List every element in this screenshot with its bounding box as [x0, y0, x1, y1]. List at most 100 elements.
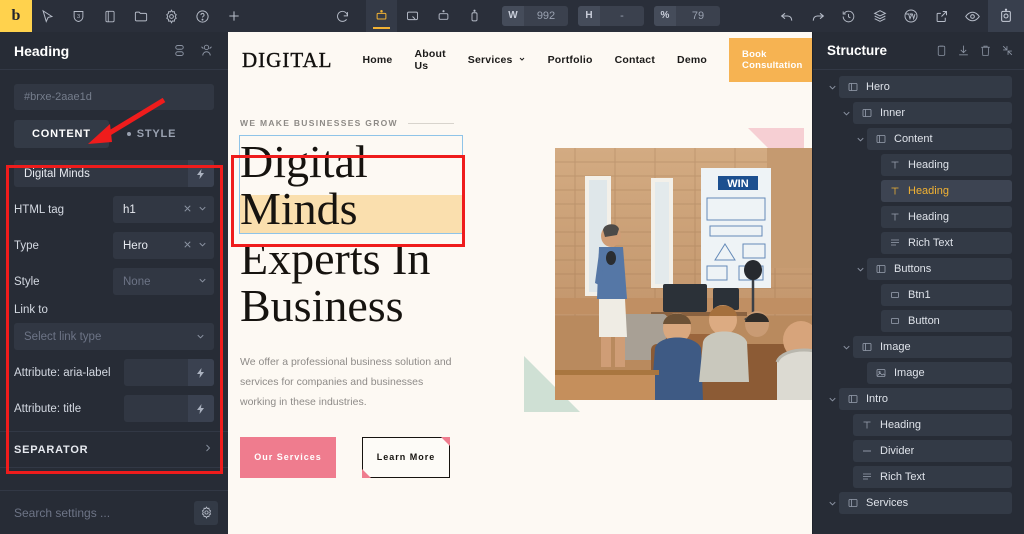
title-attribute-input[interactable] [124, 395, 214, 422]
html-badge-icon[interactable]: 3 [63, 0, 94, 32]
tree-item-image-container[interactable]: Image [839, 336, 1012, 358]
clear-icon[interactable] [182, 201, 193, 219]
selected-heading-element[interactable]: Digital Minds [239, 135, 463, 234]
plus-icon[interactable] [218, 0, 249, 32]
dynamic-data-icon[interactable] [188, 395, 214, 422]
hero-heading-second[interactable]: Experts In Business [240, 235, 488, 330]
wordpress-icon[interactable] [895, 0, 926, 32]
trash-icon[interactable] [979, 44, 992, 57]
element-id-input[interactable]: #brxe-2aae1d [14, 84, 214, 110]
tree-item-services[interactable]: Services [825, 492, 1012, 514]
tree-item-intro-heading[interactable]: Heading [839, 414, 1012, 436]
device-tablet[interactable] [428, 0, 459, 32]
tab-content[interactable]: CONTENT [14, 120, 109, 148]
nav-home[interactable]: Home [362, 54, 392, 66]
device-mobile[interactable] [459, 0, 490, 32]
chevron-down-icon[interactable] [825, 498, 839, 509]
chevron-down-icon[interactable] [195, 331, 206, 342]
site-logo[interactable]: DIGITAL [242, 47, 332, 73]
chevron-down-icon[interactable] [825, 394, 839, 405]
chevron-down-icon[interactable] [825, 82, 839, 93]
chevron-down-icon[interactable] [839, 342, 853, 353]
collapse-icon[interactable] [1001, 44, 1014, 57]
clear-icon[interactable] [182, 237, 193, 255]
chevron-down-icon[interactable] [853, 264, 867, 275]
tree-item-pill[interactable]: Buttons [867, 258, 1012, 280]
tree-item-intro[interactable]: Intro [825, 388, 1012, 410]
undo-icon[interactable] [771, 0, 802, 32]
canvas-zoom-field[interactable]: % 79 [654, 6, 720, 26]
tree-item-inner[interactable]: Inner [839, 102, 1012, 124]
device-laptop[interactable] [397, 0, 428, 32]
dynamic-data-icon[interactable] [188, 359, 214, 386]
save-icon[interactable] [988, 0, 1024, 32]
tree-item-button[interactable]: Button [867, 310, 1012, 332]
tree-item-heading-1[interactable]: Heading [867, 154, 1012, 176]
layers-icon[interactable] [864, 0, 895, 32]
clipboard-icon[interactable] [935, 44, 948, 57]
tree-item-pill[interactable]: Intro [839, 388, 1012, 410]
gear-icon[interactable] [194, 500, 218, 525]
element-picker-icon[interactable] [199, 43, 214, 58]
chevron-down-icon[interactable] [853, 134, 867, 145]
page-icon[interactable] [94, 0, 125, 32]
tree-item-pill[interactable]: Divider [853, 440, 1012, 462]
nav-services[interactable]: Services [468, 54, 526, 66]
refresh-icon[interactable] [327, 0, 358, 32]
tree-item-pill[interactable]: Heading [881, 206, 1012, 228]
learn-more-button[interactable]: Learn More [362, 436, 450, 479]
tree-item-pill[interactable]: Content [867, 128, 1012, 150]
tree-item-heading-2[interactable]: Heading [867, 180, 1012, 202]
tree-item-pill[interactable]: Heading [881, 154, 1012, 176]
chevron-down-icon[interactable] [197, 237, 208, 255]
heading-text-input[interactable]: Digital Minds [14, 160, 214, 187]
tree-item-divider[interactable]: Divider [839, 440, 1012, 462]
canvas-height-field[interactable]: H - [578, 6, 644, 26]
tree-item-pill[interactable]: Image [853, 336, 1012, 358]
style-select[interactable]: None [113, 268, 214, 295]
hero-paragraph[interactable]: We offer a professional business solutio… [240, 352, 458, 413]
tree-item-pill[interactable]: Services [839, 492, 1012, 514]
tree-item-hero[interactable]: Hero [825, 76, 1012, 98]
nav-contact[interactable]: Contact [615, 54, 655, 66]
tree-item-btn1[interactable]: Btn1 [867, 284, 1012, 306]
tree-item-image[interactable]: Image [853, 362, 1012, 384]
tree-item-pill[interactable]: Inner [853, 102, 1012, 124]
nav-about-us[interactable]: About Us [414, 48, 445, 72]
tree-item-rich-text-2[interactable]: Rich Text [839, 466, 1012, 488]
hero-image[interactable]: WIN [555, 148, 812, 400]
tree-item-pill[interactable]: Hero [839, 76, 1012, 98]
tree-item-pill[interactable]: Rich Text [881, 232, 1012, 254]
external-link-icon[interactable] [926, 0, 957, 32]
search-settings-input[interactable]: Search settings ... [14, 506, 194, 520]
bricks-logo-button[interactable]: b [0, 0, 32, 32]
help-icon[interactable] [187, 0, 218, 32]
book-consultation-button[interactable]: Book Consultation [729, 38, 812, 82]
nav-portfolio[interactable]: Portfolio [548, 54, 593, 66]
html-tag-select[interactable]: h1 [113, 196, 214, 223]
canvas-width-field[interactable]: W 992 [502, 6, 568, 26]
tree-item-pill[interactable]: Heading [881, 180, 1012, 202]
folder-icon[interactable] [125, 0, 156, 32]
page-canvas[interactable]: DIGITAL Home About Us Services Portfolio… [228, 32, 812, 534]
separator-section[interactable]: SEPARATOR [0, 432, 228, 468]
tree-item-content[interactable]: Content [853, 128, 1012, 150]
chevron-down-icon[interactable] [839, 108, 853, 119]
tree-item-buttons[interactable]: Buttons [853, 258, 1012, 280]
link-to-select[interactable]: Select link type [14, 323, 214, 350]
eye-icon[interactable] [957, 0, 988, 32]
tree-item-heading-3[interactable]: Heading [867, 206, 1012, 228]
tree-item-pill[interactable]: Button [881, 310, 1012, 332]
nav-demo[interactable]: Demo [677, 54, 707, 66]
tree-item-pill[interactable]: Rich Text [853, 466, 1012, 488]
chevron-down-icon[interactable] [197, 201, 208, 219]
type-select[interactable]: Hero [113, 232, 214, 259]
chevron-down-icon[interactable] [197, 273, 208, 291]
tree-item-rich-text-1[interactable]: Rich Text [867, 232, 1012, 254]
history-icon[interactable] [833, 0, 864, 32]
redo-icon[interactable] [802, 0, 833, 32]
tree-item-pill[interactable]: Image [867, 362, 1012, 384]
dynamic-data-icon[interactable] [188, 160, 214, 187]
tree-item-pill[interactable]: Heading [853, 414, 1012, 436]
gear-icon[interactable] [156, 0, 187, 32]
